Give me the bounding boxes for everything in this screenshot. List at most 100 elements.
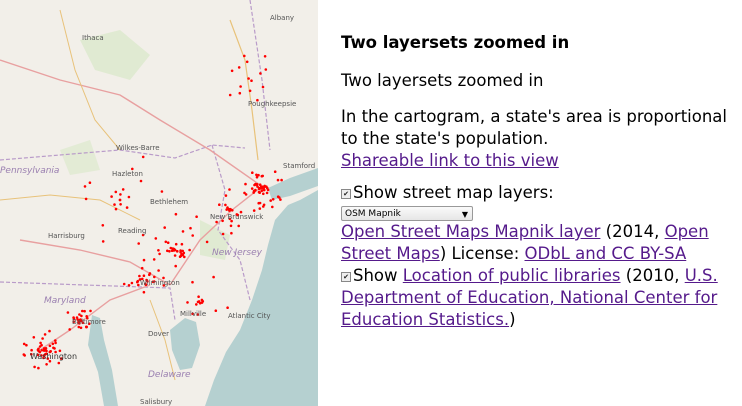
library-point — [119, 203, 122, 206]
library-point — [181, 230, 185, 233]
library-point — [226, 306, 229, 310]
library-point — [269, 199, 273, 202]
library-point — [262, 203, 266, 207]
library-point — [174, 212, 178, 216]
library-point — [180, 242, 184, 246]
library-point — [68, 328, 71, 331]
map-label-harrisburg: Harrisburg — [48, 232, 85, 240]
library-point — [137, 242, 140, 245]
library-point — [138, 274, 141, 278]
library-point — [179, 250, 182, 254]
license-link[interactable]: ODbL and CC BY-SA — [525, 244, 687, 263]
library-point — [152, 258, 156, 261]
library-point — [113, 203, 116, 206]
library-point — [205, 240, 209, 244]
library-point — [84, 197, 88, 201]
library-point — [176, 250, 179, 253]
library-point — [142, 274, 146, 278]
libraries-checkbox[interactable]: ✔ — [341, 271, 351, 282]
library-point — [239, 85, 242, 88]
library-point — [252, 209, 256, 212]
library-point — [127, 284, 131, 287]
library-point — [266, 186, 269, 190]
library-point — [243, 191, 246, 195]
library-point — [261, 185, 265, 189]
map-label-ithaca: Ithaca — [82, 34, 104, 42]
map-label-poughkeepsie: Poughkeepsie — [248, 100, 297, 108]
library-point — [114, 207, 118, 211]
library-point — [57, 361, 61, 365]
library-point — [215, 220, 218, 224]
libraries-close: ) — [509, 310, 516, 329]
library-point — [183, 255, 186, 259]
map-label-delaware: Delaware — [148, 370, 191, 380]
library-point — [260, 174, 264, 178]
library-point — [157, 269, 160, 272]
library-point — [258, 201, 262, 205]
library-point — [197, 300, 201, 303]
library-point — [140, 266, 144, 270]
library-point — [36, 348, 40, 352]
library-point — [110, 195, 113, 198]
library-point — [263, 55, 267, 58]
osm-year: (2014, — [600, 222, 665, 241]
map-view[interactable]: Ithaca Albany Poughkeepsie Wilkes-Barre … — [0, 0, 318, 406]
library-point — [264, 68, 268, 71]
library-point — [22, 353, 26, 356]
library-point — [201, 300, 205, 303]
library-point — [168, 250, 171, 253]
library-point — [227, 207, 231, 211]
info-panel: Two layersets zoomed in Two layersets zo… — [341, 28, 733, 331]
map-label-millville: Millville — [180, 310, 207, 318]
libraries-link[interactable]: Location of public libraries — [403, 266, 621, 285]
library-point — [52, 346, 55, 350]
library-point — [141, 155, 145, 159]
library-point — [259, 72, 262, 75]
library-point — [271, 198, 275, 201]
library-point — [189, 226, 192, 230]
library-point — [158, 252, 161, 256]
library-point — [258, 191, 262, 194]
library-point — [54, 339, 57, 342]
library-point — [89, 309, 92, 313]
library-point — [191, 234, 194, 237]
library-point — [180, 254, 183, 257]
library-point — [188, 248, 191, 252]
map-label-stamford: Stamford — [283, 162, 316, 170]
library-point — [81, 309, 84, 313]
library-point — [238, 91, 242, 95]
library-point — [37, 366, 40, 370]
library-point — [114, 190, 118, 194]
street-map-toggle-row: ✔ Show street map layers: — [341, 182, 733, 204]
chevron-down-icon: ▼ — [461, 210, 468, 219]
panel-subtitle: Two layersets zoomed in — [341, 71, 544, 90]
library-point — [22, 342, 26, 346]
osm-layer-link[interactable]: Open Street Maps Mapnik layer — [341, 222, 600, 241]
library-point — [32, 336, 36, 339]
library-point — [174, 264, 177, 268]
library-point — [130, 281, 134, 285]
library-point — [25, 343, 28, 347]
library-point — [257, 173, 260, 177]
street-map-checkbox[interactable]: ✔ — [341, 188, 351, 199]
library-point — [280, 178, 283, 182]
library-point — [160, 190, 164, 193]
map-label-atlantic-city: Atlantic City — [228, 312, 271, 320]
library-point — [257, 187, 261, 190]
street-map-select-value: OSM Mapnik — [345, 209, 401, 219]
library-point — [245, 60, 249, 64]
library-point — [125, 206, 129, 209]
library-point — [80, 314, 83, 318]
street-map-select[interactable]: OSM Mapnik ▼ — [341, 206, 473, 221]
library-point — [88, 181, 92, 184]
library-point — [157, 249, 160, 252]
map-label-baltimore: Baltimore — [72, 318, 106, 326]
library-point — [66, 311, 70, 314]
map-label-wilkes-barre: Wilkes-Barre — [116, 144, 160, 152]
shareable-link[interactable]: Shareable link to this view — [341, 151, 559, 170]
library-point — [122, 282, 126, 286]
library-point — [191, 280, 194, 284]
library-point — [195, 215, 198, 218]
library-point — [244, 182, 247, 186]
library-point — [195, 303, 198, 306]
